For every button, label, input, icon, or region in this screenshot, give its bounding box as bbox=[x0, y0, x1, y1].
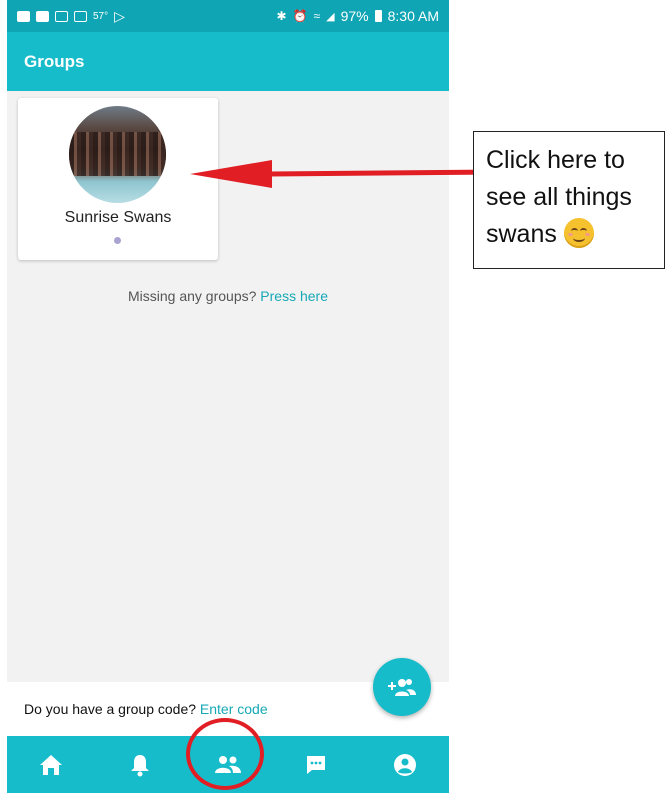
missing-groups-text: Missing any groups? bbox=[128, 288, 257, 304]
group-card-sunrise-swans[interactable]: Sunrise Swans bbox=[18, 98, 218, 260]
status-notifications: 57° ▷ bbox=[17, 8, 125, 25]
page-title: Groups bbox=[24, 51, 85, 71]
wifi-icon: ≈ bbox=[313, 9, 321, 23]
annotation-circle bbox=[186, 718, 264, 790]
image-icon bbox=[74, 10, 87, 22]
chat-icon bbox=[307, 755, 326, 774]
bluetooth-icon: ✱ bbox=[276, 9, 287, 23]
enter-code-link[interactable]: Enter code bbox=[200, 701, 268, 717]
status-system: ✱ ⏰ ≈ ◢ 97% 8:30 AM bbox=[277, 8, 439, 24]
nav-account[interactable] bbox=[375, 745, 435, 785]
nav-notifications[interactable] bbox=[110, 745, 170, 785]
add-group-button[interactable] bbox=[373, 658, 431, 716]
play-icon: ▷ bbox=[114, 7, 125, 24]
unread-dot bbox=[114, 237, 121, 244]
smile-emoji-icon bbox=[563, 218, 594, 248]
callout-line-3: swans bbox=[486, 216, 652, 253]
group-code-text: Do you have a group code? bbox=[24, 701, 197, 717]
home-icon bbox=[40, 754, 63, 775]
battery-icon bbox=[374, 10, 382, 22]
group-photo bbox=[69, 132, 166, 176]
facebook-icon bbox=[36, 10, 49, 22]
clock: 8:30 AM bbox=[387, 8, 439, 24]
group-name: Sunrise Swans bbox=[64, 209, 172, 226]
bell-icon bbox=[130, 754, 149, 776]
phone-screen: 57° ▷ ✱ ⏰ ≈ ◢ 97% 8:30 AM Groups Sunrise… bbox=[7, 0, 449, 793]
callout-box: Click here to see all things swans bbox=[473, 131, 665, 269]
add-group-icon bbox=[388, 679, 416, 696]
mail-icon bbox=[55, 10, 68, 22]
alarm-icon: ⏰ bbox=[292, 9, 308, 23]
press-here-link[interactable]: Press here bbox=[260, 288, 328, 304]
notification-icon bbox=[17, 10, 30, 22]
callout-line-1: Click here to bbox=[486, 146, 625, 174]
group-avatar bbox=[69, 106, 166, 203]
status-bar: 57° ▷ ✱ ⏰ ≈ ◢ 97% 8:30 AM bbox=[7, 0, 449, 32]
account-icon bbox=[393, 753, 416, 776]
temperature-label: 57° bbox=[93, 10, 109, 22]
nav-home[interactable] bbox=[21, 745, 81, 785]
battery-percent: 97% bbox=[340, 8, 369, 24]
signal-icon: ◢ bbox=[326, 10, 335, 23]
callout-line-3-text: swans bbox=[486, 220, 557, 248]
callout-line-2: see all things bbox=[486, 183, 632, 211]
app-header: Groups bbox=[7, 32, 449, 91]
nav-messages[interactable] bbox=[286, 745, 346, 785]
missing-groups-row: Missing any groups? Press here bbox=[7, 288, 449, 304]
